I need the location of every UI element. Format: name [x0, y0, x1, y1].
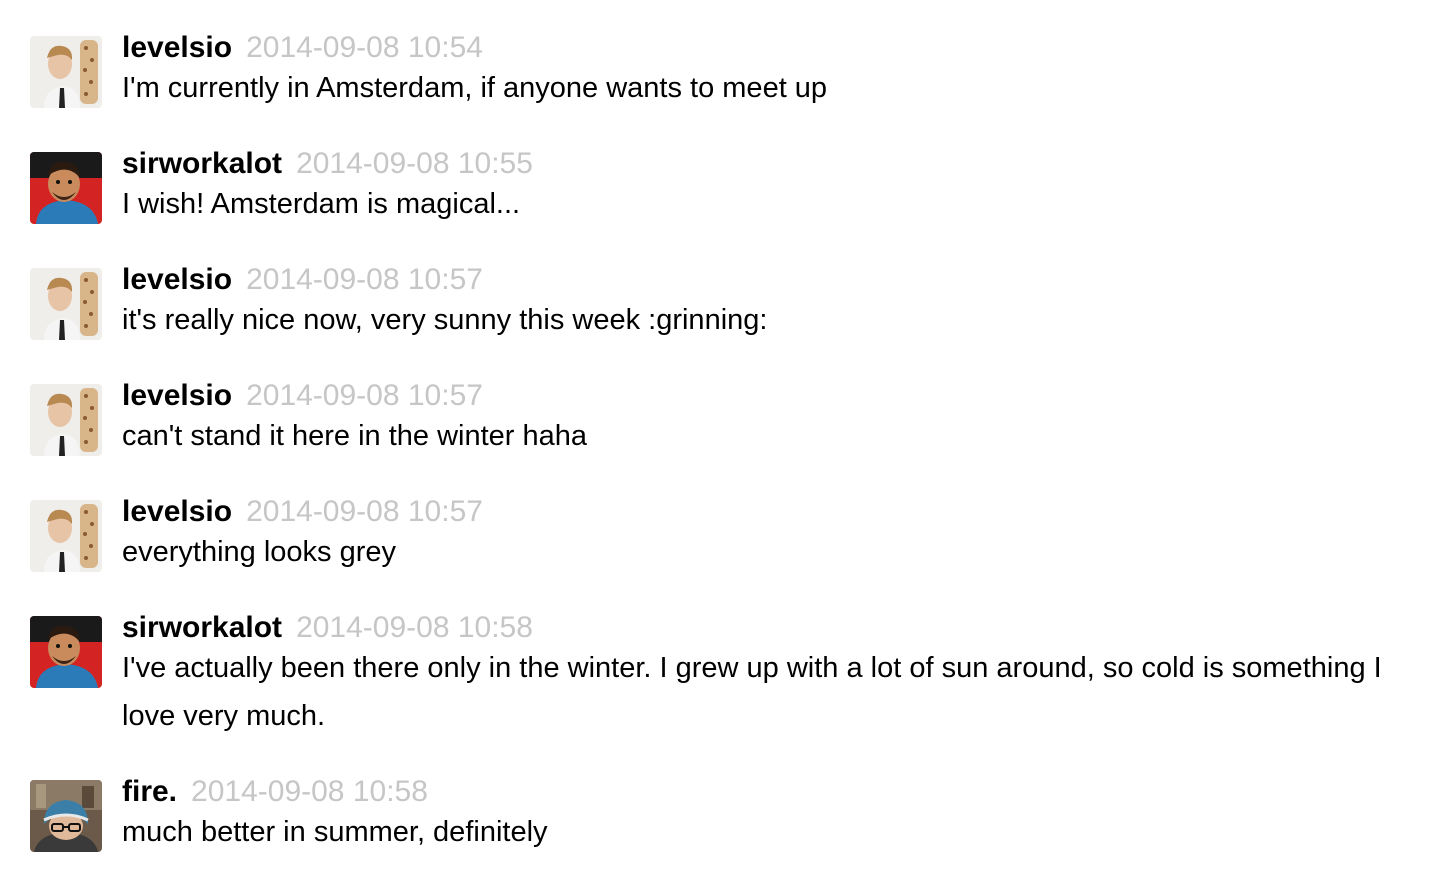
message-text: much better in summer, definitely [122, 816, 548, 848]
message-timestamp: 2014-09-08 10:57 [246, 379, 483, 412]
message-author[interactable]: fire. [122, 775, 177, 808]
message-header: levelsio 2014-09-08 10:54 [122, 30, 1422, 66]
avatar-levelsio[interactable] [30, 268, 102, 340]
message-text: can't stand it here in the winter haha [122, 420, 587, 452]
message-content: levelsio 2014-09-08 10:57 it's really nic… [122, 262, 1422, 344]
message-author[interactable]: levelsio [122, 379, 232, 412]
message-content: fire. 2014-09-08 10:58 much better in sum… [122, 774, 1422, 856]
message-content: levelsio 2014-09-08 10:57 can't stand it … [122, 378, 1422, 460]
message-text: I'm currently in Amsterdam, if anyone wa… [122, 72, 828, 104]
message-author[interactable]: sirworkalot [122, 611, 282, 644]
message-author[interactable]: sirworkalot [122, 147, 282, 180]
message-text: I've actually been there only in the win… [122, 652, 1382, 732]
message-timestamp: 2014-09-08 10:57 [246, 263, 483, 296]
message-text: I wish! Amsterdam is magical... [122, 188, 521, 220]
message-content: sirworkalot 2014-09-08 10:55 I wish! Amst… [122, 146, 1422, 228]
message-header: fire. 2014-09-08 10:58 [122, 774, 1422, 810]
message-author[interactable]: levelsio [122, 495, 232, 528]
chat-message-list: levelsio 2014-09-08 10:54 I'm currently i… [0, 0, 1450, 872]
avatar-levelsio[interactable] [30, 384, 102, 456]
avatar-levelsio[interactable] [30, 500, 102, 572]
message-content: sirworkalot 2014-09-08 10:58 I've actuall… [122, 610, 1422, 740]
avatar-levelsio[interactable] [30, 36, 102, 108]
message-header: sirworkalot 2014-09-08 10:55 [122, 146, 1422, 182]
message-header: sirworkalot 2014-09-08 10:58 [122, 610, 1422, 646]
message-header: levelsio 2014-09-08 10:57 [122, 378, 1422, 414]
message-timestamp: 2014-09-08 10:58 [296, 611, 533, 644]
message-author[interactable]: levelsio [122, 31, 232, 64]
message-timestamp: 2014-09-08 10:57 [246, 495, 483, 528]
avatar-sirworkalot[interactable] [30, 152, 102, 224]
message-text: everything looks grey [122, 536, 397, 568]
message-timestamp: 2014-09-08 10:55 [296, 147, 533, 180]
message-timestamp: 2014-09-08 10:58 [191, 775, 428, 808]
message-author[interactable]: levelsio [122, 263, 232, 296]
message-content: levelsio 2014-09-08 10:57 everything look… [122, 494, 1422, 576]
message-header: levelsio 2014-09-08 10:57 [122, 494, 1422, 530]
message-content: levelsio 2014-09-08 10:54 I'm currently i… [122, 30, 1422, 112]
avatar-fire[interactable] [30, 780, 102, 852]
avatar-sirworkalot[interactable] [30, 616, 102, 688]
message-timestamp: 2014-09-08 10:54 [246, 31, 483, 64]
message-header: levelsio 2014-09-08 10:57 [122, 262, 1422, 298]
message-text: it's really nice now, very sunny this we… [122, 304, 768, 336]
